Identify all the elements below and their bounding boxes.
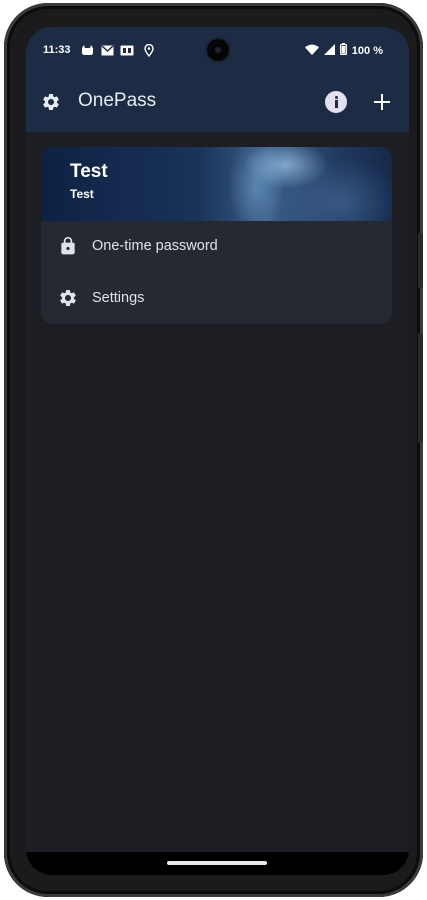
status-bar: 11:33 100 % xyxy=(26,27,409,73)
app-title: OnePass xyxy=(78,90,157,111)
menu-item-label: One-time password xyxy=(92,238,218,254)
battery-icon xyxy=(339,43,347,58)
cast-icon xyxy=(120,43,134,57)
battery-percent: 100 % xyxy=(351,44,383,57)
cat-icon xyxy=(80,43,94,57)
home-gesture-handle[interactable] xyxy=(167,861,267,865)
card-banner: Test Test xyxy=(41,147,392,221)
lock-icon xyxy=(58,236,78,256)
toolbar: OnePass xyxy=(26,73,409,132)
card-subtitle: Test xyxy=(70,187,94,201)
gear-icon[interactable] xyxy=(41,92,61,112)
card-title: Test xyxy=(70,161,108,182)
signal-icon xyxy=(323,43,335,58)
screen: 11:33 100 % OnePass Test Test One-time p… xyxy=(26,27,409,875)
front-camera xyxy=(207,39,229,61)
phone-frame: 11:33 100 % OnePass Test Test One-time p… xyxy=(4,3,423,897)
app-header: 11:33 100 % OnePass xyxy=(26,27,409,132)
info-icon[interactable] xyxy=(325,91,347,113)
gear-icon xyxy=(58,288,78,308)
account-card[interactable]: Test Test One-time password Settings xyxy=(41,147,392,324)
menu-item-one-time-password[interactable]: One-time password xyxy=(41,221,392,273)
power-button xyxy=(418,233,423,288)
menu-item-settings[interactable]: Settings xyxy=(41,273,392,324)
status-time: 11:33 xyxy=(43,44,71,56)
volume-button xyxy=(418,333,423,443)
gmail-icon xyxy=(100,43,114,57)
navigation-bar xyxy=(26,852,409,875)
menu-item-label: Settings xyxy=(92,290,145,306)
location-icon xyxy=(142,43,156,57)
wifi-icon xyxy=(304,44,319,58)
status-right: 100 % xyxy=(304,43,383,58)
plus-icon[interactable] xyxy=(371,91,393,113)
